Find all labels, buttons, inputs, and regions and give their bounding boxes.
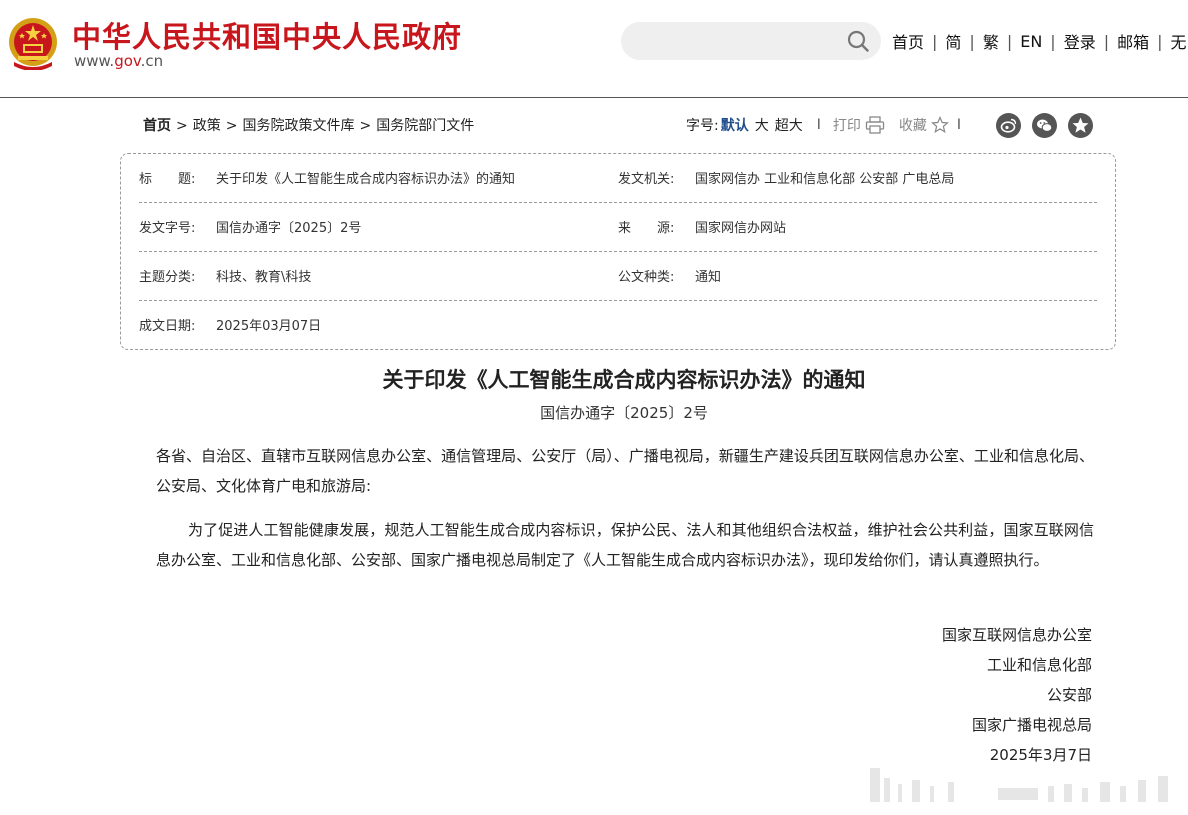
nav-simplified[interactable]: 简 [945, 29, 961, 53]
info-value: 国家网信办 工业和信息化部 公安部 广电总局 [695, 172, 955, 187]
qzone-share-button[interactable] [1068, 113, 1093, 138]
info-topic: 主题分类: 科技、教育\科技 [139, 266, 311, 285]
top-nav: 首页 | 简 | 繁 | EN | 登录 | 邮箱 | 无 [892, 29, 1187, 53]
info-doc-type: 公文种类: 通知 [618, 266, 721, 285]
tools-separator: I [956, 117, 961, 133]
national-emblem-icon[interactable] [8, 16, 58, 70]
breadcrumb-policy-library[interactable]: 国务院政策文件库 [242, 118, 354, 134]
nav-accessibility[interactable]: 无 [1171, 29, 1187, 53]
site-url-suffix: .cn [140, 52, 164, 70]
site-header: 中华人民共和国中央人民政府 www.gov.cn 首页 | 简 | 繁 | EN… [0, 0, 1188, 98]
nav-english[interactable]: EN [1020, 32, 1042, 51]
breadcrumb-department-docs[interactable]: 国务院部门文件 [376, 118, 474, 134]
tools-separator: I [816, 117, 821, 133]
info-value: 2025年03月07日 [216, 319, 322, 334]
nav-mailbox[interactable]: 邮箱 [1117, 29, 1149, 53]
sign-date: 2025年3月7日 [989, 746, 1092, 764]
wechat-icon [1037, 119, 1053, 132]
nav-traditional[interactable]: 繁 [983, 29, 999, 53]
weibo-share-button[interactable] [996, 113, 1021, 138]
info-label: 发文字号: [139, 221, 196, 236]
star-outline-icon[interactable] [930, 116, 949, 134]
article-body-paragraph: 为了促进人工智能健康发展，规范人工智能生成合成内容标识，保护公民、法人和其他组织… [156, 521, 1094, 569]
info-row: 主题分类: 科技、教育\科技 公文种类: 通知 [139, 252, 1097, 301]
weibo-icon [1000, 118, 1017, 133]
nav-separator: | [1157, 31, 1163, 51]
info-date: 成文日期: 2025年03月07日 [139, 315, 321, 334]
site-url-prefix: www. [74, 52, 115, 70]
info-value: 科技、教育\科技 [216, 270, 312, 285]
nav-separator: | [969, 31, 975, 51]
info-value: 国信办通字〔2025〕2号 [216, 221, 362, 236]
search-box [621, 22, 881, 60]
signatory: 公安部 [1046, 686, 1092, 704]
breadcrumb-separator: > [359, 118, 372, 134]
document-info-table: 标 题: 关于印发《人工智能生成合成内容标识办法》的通知 发文机关: 国家网信办 工… [120, 153, 1116, 350]
info-docno: 发文字号: 国信办通字〔2025〕2号 [139, 217, 361, 236]
info-label: 发文机关: [618, 172, 675, 187]
info-row: 标 题: 关于印发《人工智能生成合成内容标识办法》的通知 发文机关: 国家网信办 工… [139, 154, 1097, 203]
nav-separator: | [932, 31, 938, 51]
font-size-xlarge-button[interactable]: 超大 [775, 115, 803, 135]
nav-login[interactable]: 登录 [1064, 29, 1096, 53]
article-doc-number: 国信办通字〔2025〕2号 [540, 404, 708, 422]
breadcrumb: 首页 > 政策 > 国务院政策文件库 > 国务院部门文件 [143, 115, 474, 135]
nav-separator: | [1006, 31, 1013, 51]
font-size-default-button[interactable]: 默认 [721, 115, 749, 135]
wechat-share-button[interactable] [1032, 113, 1057, 138]
breadcrumb-policy[interactable]: 政策 [193, 118, 221, 134]
breadcrumb-home[interactable]: 首页 [143, 118, 171, 134]
nav-home[interactable]: 首页 [892, 29, 924, 53]
info-source: 来 源: 国家网信办网站 [618, 217, 786, 236]
search-icon[interactable] [847, 30, 869, 52]
breadcrumb-separator: > [176, 118, 188, 134]
info-label: 来 源: [618, 221, 675, 236]
site-url[interactable]: www.gov.cn [74, 52, 163, 70]
info-label: 标 题: [139, 172, 196, 187]
print-label[interactable]: 打印 [833, 115, 861, 135]
font-size-label: 字号: [686, 118, 719, 134]
search-input[interactable] [639, 30, 839, 52]
signatory: 国家互联网信息办公室 [941, 626, 1092, 644]
favorite-label[interactable]: 收藏 [899, 115, 927, 135]
watermark-overlay [870, 768, 1168, 802]
signatory: 工业和信息化部 [986, 656, 1092, 674]
font-size-large-button[interactable]: 大 [755, 115, 769, 135]
info-label: 主题分类: [139, 270, 196, 285]
breadcrumb-separator: > [225, 118, 238, 134]
info-value: 关于印发《人工智能生成合成内容标识办法》的通知 [216, 172, 516, 187]
info-issuer: 发文机关: 国家网信办 工业和信息化部 公安部 广电总局 [618, 168, 954, 187]
nav-separator: | [1050, 31, 1056, 51]
info-label: 公文种类: [618, 270, 675, 285]
site-url-gov: gov [114, 52, 141, 70]
article-title: 关于印发《人工智能生成合成内容标识办法》的通知 [382, 368, 866, 392]
qzone-star-icon [1072, 117, 1089, 133]
info-value: 通知 [695, 270, 722, 285]
info-value: 国家网信办网站 [695, 221, 787, 236]
article-addressee: 各省、自治区、直辖市互联网信息办公室、通信管理局、公安厅（局）、广播电视局，新疆… [156, 447, 1094, 495]
printer-icon[interactable] [865, 116, 885, 134]
site-title[interactable]: 中华人民共和国中央人民政府 [72, 14, 462, 56]
nav-separator: | [1103, 31, 1110, 51]
info-row: 发文字号: 国信办通字〔2025〕2号 来 源: 国家网信办网站 [139, 203, 1097, 252]
signatory: 国家广播电视总局 [971, 716, 1092, 734]
info-row: 成文日期: 2025年03月07日 [139, 301, 1097, 350]
article-tools: 字号: 默认 大 超大 I 打印 收藏 I [686, 113, 973, 137]
info-title: 标 题: 关于印发《人工智能生成合成内容标识办法》的通知 [139, 168, 515, 187]
info-label: 成文日期: [139, 319, 196, 334]
